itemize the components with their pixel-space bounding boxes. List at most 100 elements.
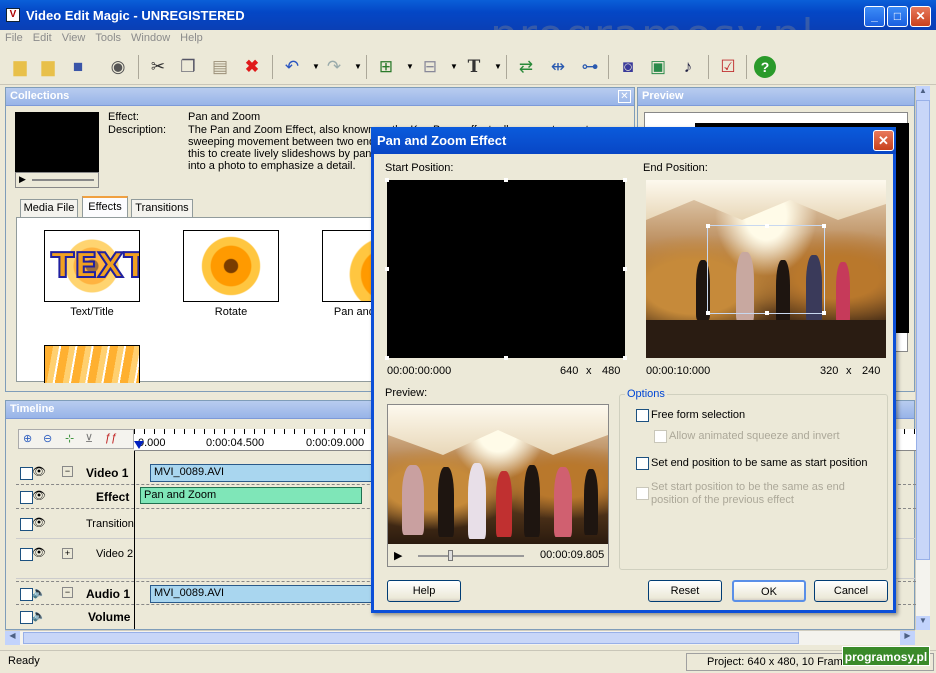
tab-media-file[interactable]: Media File xyxy=(20,199,78,217)
clip-effect[interactable]: Pan and Zoom xyxy=(140,487,362,504)
scroll-right-icon[interactable]: ▶ xyxy=(900,631,915,645)
scroll-left-icon[interactable]: ◀ xyxy=(5,631,20,645)
timeline-horizontal-scrollbar[interactable]: ◀ ▶ xyxy=(5,630,915,645)
playhead-marker-icon[interactable] xyxy=(134,441,144,449)
scroll-thumb[interactable] xyxy=(916,100,930,560)
resize-handle[interactable] xyxy=(706,311,710,315)
free-form-checkbox[interactable] xyxy=(636,409,649,422)
add-text-icon[interactable]: T xyxy=(462,55,486,79)
menu-file[interactable]: File xyxy=(0,30,28,46)
start-same-checkbox[interactable] xyxy=(636,487,649,500)
checklist-icon[interactable]: ☑ xyxy=(716,55,740,79)
minimize-button[interactable]: _ xyxy=(864,6,885,27)
ok-button[interactable]: OK xyxy=(732,580,806,602)
group-icon[interactable]: ⊶ xyxy=(578,55,602,79)
track-label: Video 2 xyxy=(96,548,134,560)
close-button[interactable]: ✕ xyxy=(910,6,931,27)
menu-tools[interactable]: Tools xyxy=(90,30,126,46)
resize-handle[interactable] xyxy=(385,178,389,182)
track-label: Audio 1 xyxy=(86,587,130,601)
open-project-icon[interactable]: ▆ xyxy=(36,55,60,79)
resize-handle[interactable] xyxy=(822,311,826,315)
cancel-button[interactable]: Cancel xyxy=(814,580,888,602)
end-same-label: Set end position to be same as start pos… xyxy=(651,457,868,469)
remove-media-icon[interactable]: ⊟ xyxy=(418,55,442,79)
resize-handle[interactable] xyxy=(706,224,710,228)
new-project-icon[interactable]: ▆ xyxy=(8,55,32,79)
preview-seek-bar[interactable] xyxy=(418,550,524,561)
preview-box: ▶ 00:00:09.805 xyxy=(387,404,609,567)
image-icon[interactable]: ▣ xyxy=(646,55,670,79)
scroll-up-icon[interactable]: ▲ xyxy=(916,86,930,100)
clip-audio[interactable]: MVI_0089.AVI xyxy=(150,585,380,603)
remove-marker-icon[interactable]: ⊻ xyxy=(85,432,93,445)
dialog-close-button[interactable]: ✕ xyxy=(873,130,894,151)
menu-edit[interactable]: Edit xyxy=(28,30,57,46)
capture-icon[interactable]: ◉ xyxy=(106,55,130,79)
menu-window[interactable]: Window xyxy=(126,30,175,46)
expand-icon[interactable]: + xyxy=(62,548,73,559)
resize-handle[interactable] xyxy=(623,356,627,360)
app-icon[interactable]: V xyxy=(6,8,20,22)
eye-icon[interactable]: 👁 xyxy=(32,465,46,478)
eye-icon[interactable]: 👁 xyxy=(32,516,46,529)
redo-icon[interactable]: ↷ xyxy=(322,55,346,79)
resize-handle[interactable] xyxy=(385,267,389,271)
end-selection-rect[interactable] xyxy=(706,224,826,315)
resize-handle[interactable] xyxy=(822,224,826,228)
main-vertical-scrollbar[interactable]: ▲ ▼ xyxy=(915,86,930,630)
resize-handle[interactable] xyxy=(504,178,508,182)
clip-video[interactable]: MVI_0089.AVI xyxy=(150,464,380,482)
collapse-icon[interactable]: − xyxy=(62,587,73,598)
horizontal-scroll-thumb[interactable] xyxy=(23,632,799,644)
zoom-out-icon[interactable]: ⊖ xyxy=(43,432,52,445)
play-icon[interactable]: ▶ xyxy=(19,174,26,185)
playhead-line[interactable] xyxy=(134,451,135,629)
start-position-canvas[interactable] xyxy=(385,178,627,360)
help-button[interactable]: Help xyxy=(387,580,461,602)
maximize-button[interactable]: □ xyxy=(887,6,908,27)
cut-icon[interactable]: ✂ xyxy=(146,55,170,79)
preview-seek-thumb[interactable] xyxy=(448,550,454,561)
delete-icon[interactable]: ✖ xyxy=(240,55,264,79)
undo-icon[interactable]: ↶ xyxy=(280,55,304,79)
add-media-icon[interactable]: ⊞ xyxy=(374,55,398,79)
resize-handle[interactable] xyxy=(623,178,627,182)
scroll-down-icon[interactable]: ▼ xyxy=(916,616,930,630)
help-icon[interactable]: ? xyxy=(754,56,776,78)
tab-transitions[interactable]: Transitions xyxy=(131,199,193,217)
copy-icon[interactable]: ❐ xyxy=(176,55,200,79)
menu-view[interactable]: View xyxy=(57,30,91,46)
save-icon[interactable]: ■ xyxy=(66,55,90,79)
speaker-icon[interactable]: 🔈 xyxy=(32,586,46,599)
reset-button[interactable]: Reset xyxy=(648,580,722,602)
zoom-in-icon[interactable]: ⊕ xyxy=(23,432,32,445)
markers-icon[interactable]: ƒƒ xyxy=(105,432,117,444)
speaker-icon[interactable]: 🔈 xyxy=(32,609,46,622)
camera-icon[interactable]: ◙ xyxy=(616,55,640,79)
microphone-icon[interactable]: ♪ xyxy=(676,55,700,79)
allow-squeeze-checkbox[interactable] xyxy=(654,430,667,443)
eye-icon[interactable]: 👁 xyxy=(32,489,46,502)
effect-item-wave[interactable] xyxy=(44,345,140,383)
split-icon[interactable]: ⇄ xyxy=(514,55,538,79)
effect-item-rotate[interactable] xyxy=(183,230,279,302)
end-position-canvas[interactable] xyxy=(646,180,886,358)
resize-handle[interactable] xyxy=(385,356,389,360)
paste-icon[interactable]: ▤ xyxy=(208,55,232,79)
trim-icon[interactable]: ⇹ xyxy=(546,55,570,79)
add-marker-icon[interactable]: ⊹ xyxy=(65,432,74,445)
resize-handle[interactable] xyxy=(623,267,627,271)
collapse-icon[interactable]: − xyxy=(62,466,73,477)
resize-handle[interactable] xyxy=(504,356,508,360)
collections-close-icon[interactable]: ✕ xyxy=(618,90,631,103)
preview-play-icon[interactable]: ▶ xyxy=(394,549,402,562)
resize-handle[interactable] xyxy=(765,224,769,228)
end-same-checkbox[interactable] xyxy=(636,457,649,470)
effect-item-text-title[interactable]: TEXT xyxy=(44,230,140,302)
menu-help[interactable]: Help xyxy=(175,30,208,46)
collections-seek-bar[interactable] xyxy=(32,179,94,181)
resize-handle[interactable] xyxy=(765,311,769,315)
tab-effects[interactable]: Effects xyxy=(82,196,128,217)
eye-icon[interactable]: 👁 xyxy=(32,546,46,559)
